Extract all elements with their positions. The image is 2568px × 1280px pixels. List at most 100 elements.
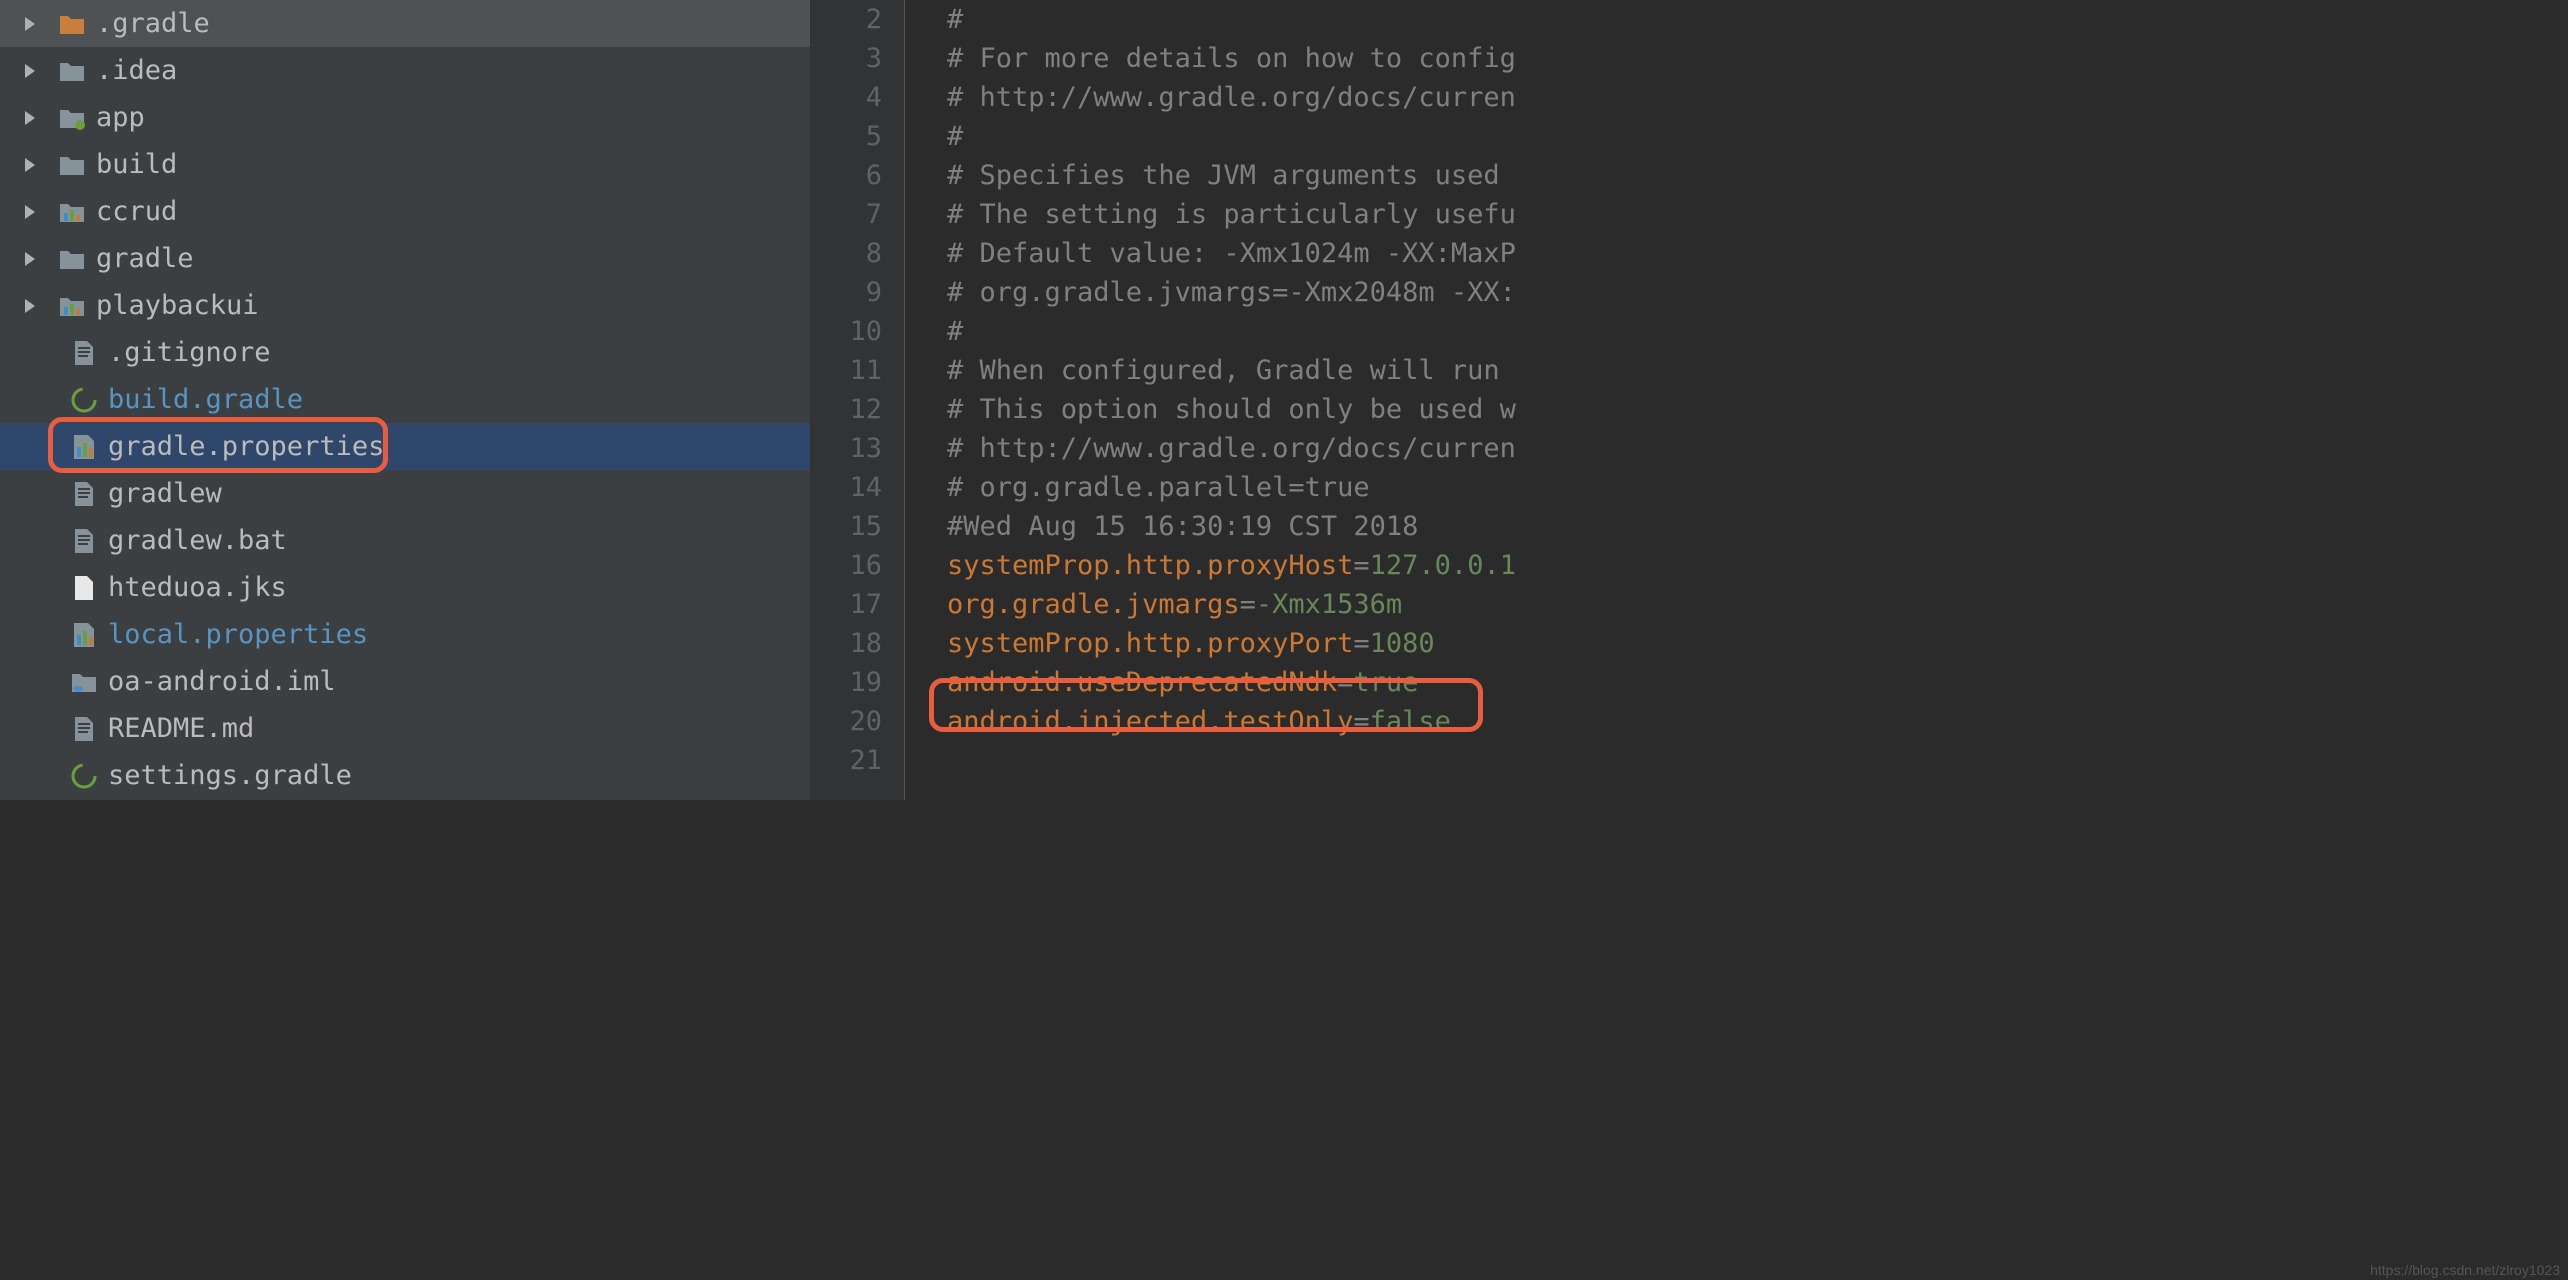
line-number: 6 <box>810 156 882 195</box>
tree-item-build[interactable]: build <box>0 141 810 188</box>
text-file-icon <box>70 480 98 508</box>
code-token: # <box>947 121 963 152</box>
text-file-icon <box>70 715 98 743</box>
code-token: # <box>947 4 963 35</box>
tree-label: app <box>96 102 145 133</box>
code-token: = <box>1337 667 1353 698</box>
editor-gutter: 23456789101112131415161718192021 <box>810 0 905 800</box>
tree-label: ccrud <box>96 196 177 227</box>
code-line-6[interactable]: # Specifies the JVM arguments used <box>947 156 2568 195</box>
gradle-file-icon <box>70 386 98 414</box>
code-token: android.useDeprecatedNdk <box>947 667 1337 698</box>
tree-item-gradlew-bat[interactable]: gradlew.bat <box>0 517 810 564</box>
tree-label: hteduoa.jks <box>108 572 287 603</box>
line-number: 18 <box>810 624 882 663</box>
code-line-9[interactable]: # org.gradle.jvmargs=-Xmx2048m -XX: <box>947 273 2568 312</box>
line-number: 17 <box>810 585 882 624</box>
tree-label: .gradle <box>96 8 210 39</box>
line-number: 19 <box>810 663 882 702</box>
line-number: 3 <box>810 39 882 78</box>
expand-arrow-icon[interactable] <box>20 14 40 34</box>
line-number: 5 <box>810 117 882 156</box>
code-token: 127.0.0.1 <box>1370 550 1516 581</box>
tree-item-oa-android-iml[interactable]: oa-android.iml <box>0 658 810 705</box>
line-number: 13 <box>810 429 882 468</box>
tree-item-gradle[interactable]: gradle <box>0 235 810 282</box>
tree-item-playbackui[interactable]: playbackui <box>0 282 810 329</box>
tree-label: local.properties <box>108 619 368 650</box>
tree-label: gradle <box>96 243 194 274</box>
tree-label: .gitignore <box>108 337 271 368</box>
code-line-4[interactable]: # http://www.gradle.org/docs/curren <box>947 78 2568 117</box>
tree-item-local-properties[interactable]: local.properties <box>0 611 810 658</box>
tree-label: gradle.properties <box>108 431 384 462</box>
code-token: android.injected.testOnly <box>947 706 1353 737</box>
code-token: # When configured, Gradle will run <box>947 355 1516 386</box>
tree-item-ccrud[interactable]: ccrud <box>0 188 810 235</box>
tree-item--gitignore[interactable]: .gitignore <box>0 329 810 376</box>
code-area[interactable]: # # For more details on how to config # ht… <box>905 0 2568 800</box>
code-line-8[interactable]: # Default value: -Xmx1024m -XX:MaxP <box>947 234 2568 273</box>
code-line-15[interactable]: #Wed Aug 15 16:30:19 CST 2018 <box>947 507 2568 546</box>
code-line-2[interactable]: # <box>947 0 2568 39</box>
code-line-19[interactable]: android.useDeprecatedNdk=true <box>947 663 2568 702</box>
tree-item-build-gradle[interactable]: build.gradle <box>0 376 810 423</box>
expand-arrow-icon[interactable] <box>20 296 40 316</box>
code-token: # org.gradle.jvmargs=-Xmx2048m -XX: <box>947 277 1516 308</box>
code-token: # This option should only be used w <box>947 394 1516 425</box>
code-token: -Xmx1536m <box>1256 589 1402 620</box>
tree-item-gradlew[interactable]: gradlew <box>0 470 810 517</box>
code-line-3[interactable]: # For more details on how to config <box>947 39 2568 78</box>
tree-label: playbackui <box>96 290 259 321</box>
blank-file-icon <box>70 574 98 602</box>
expand-arrow-icon[interactable] <box>20 108 40 128</box>
line-number: 12 <box>810 390 882 429</box>
line-number: 16 <box>810 546 882 585</box>
code-token: = <box>1353 628 1369 659</box>
code-line-20[interactable]: android.injected.testOnly=false <box>947 702 2568 741</box>
module-icon <box>58 104 86 132</box>
code-line-5[interactable]: # <box>947 117 2568 156</box>
code-line-14[interactable]: # org.gradle.parallel=true <box>947 468 2568 507</box>
editor-panel: 23456789101112131415161718192021 ## For … <box>810 0 2568 800</box>
code-token: = <box>1240 589 1256 620</box>
tree-item--idea[interactable]: .idea <box>0 47 810 94</box>
line-number: 8 <box>810 234 882 273</box>
expand-arrow-icon[interactable] <box>20 202 40 222</box>
tree-item-settings-gradle[interactable]: settings.gradle <box>0 752 810 799</box>
code-line-7[interactable]: # The setting is particularly usefu <box>947 195 2568 234</box>
code-line-13[interactable]: # http://www.gradle.org/docs/curren <box>947 429 2568 468</box>
folder-gray-icon <box>58 151 86 179</box>
tree-label: gradlew.bat <box>108 525 287 556</box>
tree-item-hteduoa-jks[interactable]: hteduoa.jks <box>0 564 810 611</box>
project-tree[interactable]: .gradle .idea app build ccrud gradle playbacku… <box>0 0 810 800</box>
code-line-12[interactable]: # This option should only be used w <box>947 390 2568 429</box>
code-token: # Specifies the JVM arguments used <box>947 160 1516 191</box>
folder-gray-icon <box>58 245 86 273</box>
tree-label: oa-android.iml <box>108 666 336 697</box>
line-number: 2 <box>810 0 882 39</box>
line-number: 7 <box>810 195 882 234</box>
expand-arrow-icon[interactable] <box>20 155 40 175</box>
code-line-10[interactable]: # <box>947 312 2568 351</box>
expand-arrow-icon[interactable] <box>20 61 40 81</box>
folder-orange-icon <box>58 10 86 38</box>
tree-label: README.md <box>108 713 254 744</box>
expand-arrow-icon[interactable] <box>20 249 40 269</box>
tree-item-app[interactable]: app <box>0 94 810 141</box>
code-line-21[interactable] <box>947 741 2568 780</box>
line-number: 14 <box>810 468 882 507</box>
code-line-16[interactable]: systemProp.http.proxyHost=127.0.0.1 <box>947 546 2568 585</box>
code-token: = <box>1353 706 1369 737</box>
tree-item-gradle-properties[interactable]: gradle.properties <box>0 423 810 470</box>
line-number: 11 <box>810 351 882 390</box>
code-line-18[interactable]: systemProp.http.proxyPort=1080 <box>947 624 2568 663</box>
code-token: = <box>1353 550 1369 581</box>
code-token: # For more details on how to config <box>947 43 1516 74</box>
code-line-11[interactable]: # When configured, Gradle will run <box>947 351 2568 390</box>
code-line-17[interactable]: org.gradle.jvmargs=-Xmx1536m <box>947 585 2568 624</box>
code-token: systemProp.http.proxyPort <box>947 628 1353 659</box>
tree-item--gradle[interactable]: .gradle <box>0 0 810 47</box>
tree-item-README-md[interactable]: README.md <box>0 705 810 752</box>
line-number: 15 <box>810 507 882 546</box>
